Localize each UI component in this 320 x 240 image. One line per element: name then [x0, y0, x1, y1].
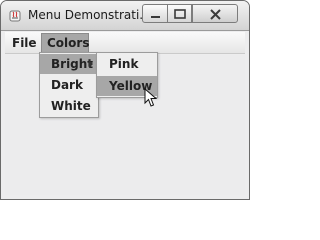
minimize-icon	[151, 16, 160, 18]
menu-colors[interactable]: Colors	[41, 33, 89, 53]
menu-bar: File Colors	[5, 32, 245, 54]
menu-item-bright[interactable]: Bright	[40, 54, 98, 74]
minimize-button[interactable]	[142, 4, 168, 23]
menu-file[interactable]: File	[7, 33, 37, 53]
application-window: Menu Demonstrati... File Colors	[0, 0, 250, 200]
title-bar[interactable]: Menu Demonstrati...	[1, 1, 249, 31]
menu-item-pink[interactable]: Pink	[97, 54, 157, 74]
window-title: Menu Demonstrati...	[28, 8, 146, 22]
maximize-icon	[174, 9, 186, 19]
close-icon	[210, 9, 221, 20]
java-cup-icon	[9, 10, 21, 22]
mouse-pointer-icon	[144, 88, 158, 107]
menu-item-dark[interactable]: Dark	[40, 75, 98, 95]
menu-item-bright-label: Bright	[51, 57, 94, 71]
menu-item-white[interactable]: White	[40, 96, 98, 116]
colors-menu-popup: Bright Dark White	[39, 52, 99, 118]
submenu-arrow-icon	[89, 60, 93, 68]
maximize-button[interactable]	[167, 4, 192, 23]
close-button[interactable]	[192, 4, 238, 23]
